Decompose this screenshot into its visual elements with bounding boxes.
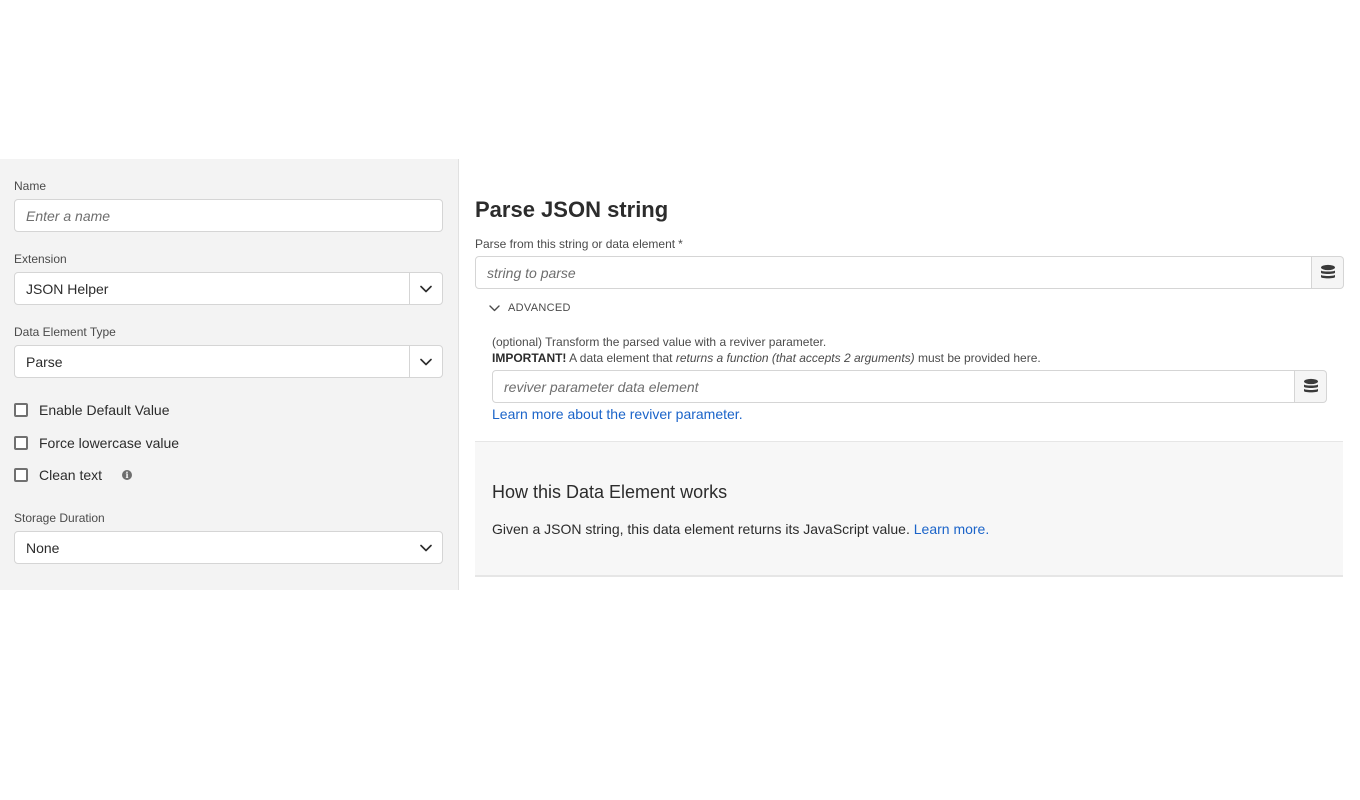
important-label: IMPORTANT!: [492, 351, 567, 365]
reviver-help-text: (optional) Transform the parsed value wi…: [492, 335, 827, 349]
enable-default-value-checkbox[interactable]: Enable Default Value: [14, 402, 170, 418]
name-label: Name: [14, 179, 47, 193]
data-element-type-value: Parse: [26, 353, 63, 370]
required-mark: *: [678, 237, 683, 251]
parse-field-label: Parse from this string or data element *: [475, 237, 683, 251]
page-title: Parse JSON string: [475, 197, 669, 222]
extension-dropdown-button[interactable]: [409, 273, 442, 304]
important-text-a: A data element that: [566, 351, 676, 365]
parse-field-label-text: Parse from this string or data element: [475, 237, 676, 251]
checkbox-box[interactable]: [14, 436, 28, 450]
chevron-down-icon: [420, 285, 432, 292]
chevron-down-icon: [420, 358, 432, 365]
left-panel: Name Extension JSON Helper Data Element …: [0, 159, 459, 590]
storage-duration-picker[interactable]: None: [14, 531, 443, 564]
extension-picker[interactable]: JSON Helper: [14, 272, 443, 305]
reviver-important-text: IMPORTANT! A data element that returns a…: [492, 351, 1041, 365]
data-element-picker-button[interactable]: [1312, 256, 1344, 289]
advanced-label: ADVANCED: [508, 302, 571, 314]
storage-duration-dropdown-button[interactable]: [409, 532, 442, 563]
advanced-toggle[interactable]: ADVANCED: [489, 302, 571, 314]
clean-text-label: Clean text: [39, 467, 103, 483]
checkbox-box[interactable]: [14, 468, 28, 482]
checkbox-box[interactable]: [14, 403, 28, 417]
reviver-parameter-input[interactable]: [492, 370, 1295, 403]
force-lowercase-label: Force lowercase value: [39, 435, 180, 451]
parse-string-input[interactable]: [475, 256, 1312, 289]
chevron-down-icon: [419, 544, 432, 551]
info-icon[interactable]: i: [122, 470, 133, 480]
data-element-type-label: Data Element Type: [14, 325, 116, 339]
name-input[interactable]: [14, 199, 443, 232]
right-panel: Parse JSON string Parse from this string…: [459, 159, 1360, 590]
info-card-learn-more-link[interactable]: Learn more.: [914, 521, 989, 537]
reviver-input-group: [492, 370, 1327, 403]
data-element-type-picker[interactable]: Parse: [14, 345, 443, 378]
info-card: How this Data Element works Given a JSON…: [475, 441, 1343, 577]
database-icon: [1303, 378, 1318, 392]
info-card-text: Given a JSON string, this data element r…: [492, 521, 910, 537]
extension-label: Extension: [14, 252, 67, 266]
reviver-data-element-picker-button[interactable]: [1295, 370, 1327, 403]
reviver-learn-more-link[interactable]: Learn more about the reviver parameter.: [492, 406, 743, 422]
storage-duration-value: None: [26, 539, 60, 556]
data-element-type-dropdown-button[interactable]: [409, 346, 442, 377]
enable-default-value-label: Enable Default Value: [39, 402, 170, 418]
extension-value: JSON Helper: [26, 280, 109, 297]
clean-text-checkbox[interactable]: Clean text i: [14, 467, 133, 483]
info-card-body: Given a JSON string, this data element r…: [492, 521, 989, 537]
storage-duration-label: Storage Duration: [14, 511, 105, 525]
database-icon: [1320, 264, 1335, 278]
info-card-title: How this Data Element works: [492, 482, 728, 502]
parse-input-group: [475, 256, 1344, 289]
important-text-italic: returns a function (that accepts 2 argum…: [675, 351, 915, 365]
important-text-b: must be provided here.: [914, 351, 1041, 365]
force-lowercase-checkbox[interactable]: Force lowercase value: [14, 435, 179, 451]
chevron-down-icon: [489, 304, 500, 311]
